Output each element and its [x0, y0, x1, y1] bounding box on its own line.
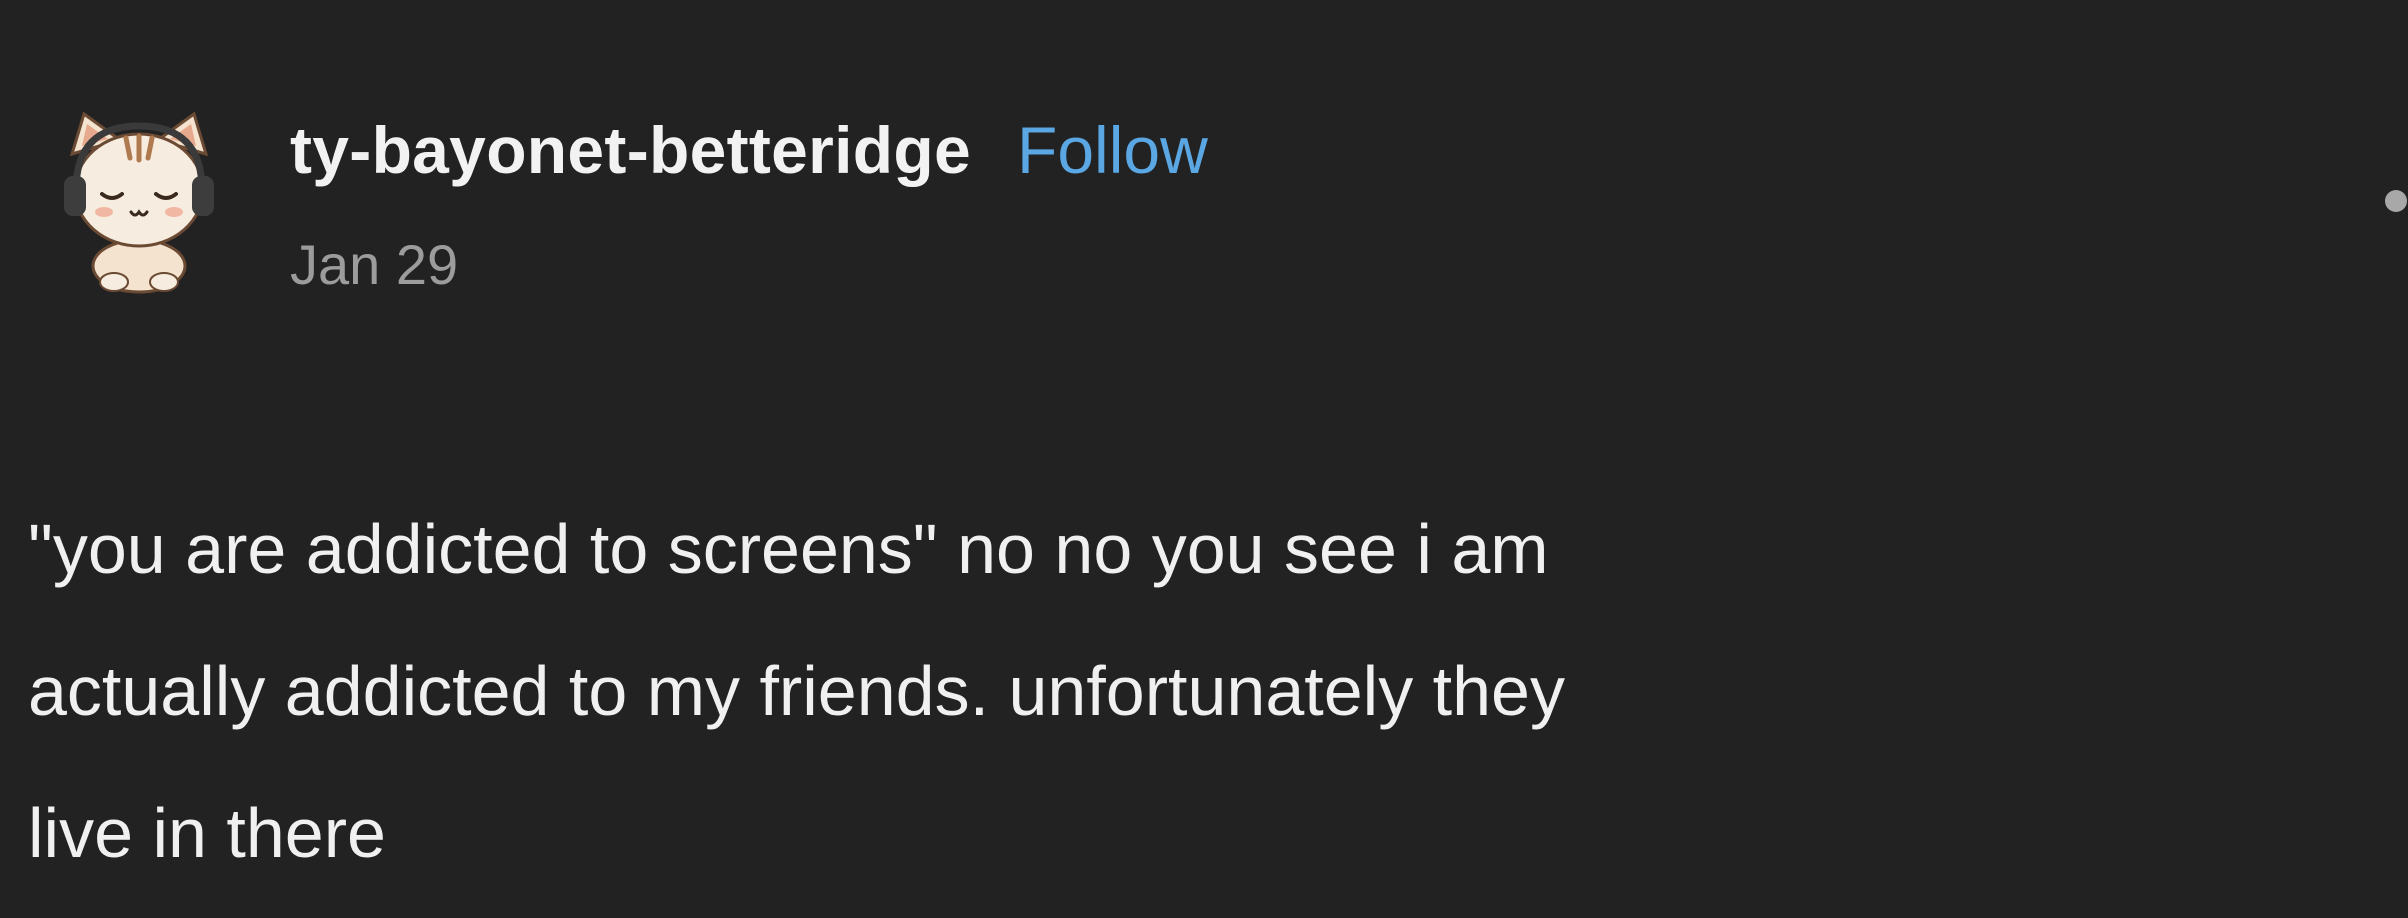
name-row: ty-bayonet-betteridge Follow — [290, 112, 1208, 188]
cat-with-headphones-avatar-icon — [64, 111, 214, 294]
post-body-line: "you are addicted to screens" no no you … — [28, 510, 1549, 588]
post-body-line: live in there — [28, 794, 386, 872]
post-card: ty-bayonet-betteridge Follow Jan 29 "you… — [0, 0, 2408, 918]
username-link[interactable]: ty-bayonet-betteridge — [290, 112, 971, 188]
more-options-icon[interactable] — [2385, 190, 2407, 212]
post-header: ty-bayonet-betteridge Follow — [290, 112, 1208, 188]
avatar[interactable] — [54, 106, 224, 296]
post-date: Jan 29 — [290, 233, 459, 296]
post-body-line: actually addicted to my friends. unfortu… — [28, 652, 1565, 730]
post-body: "you are addicted to screens" no no you … — [28, 478, 2368, 904]
follow-button[interactable]: Follow — [1017, 112, 1208, 188]
